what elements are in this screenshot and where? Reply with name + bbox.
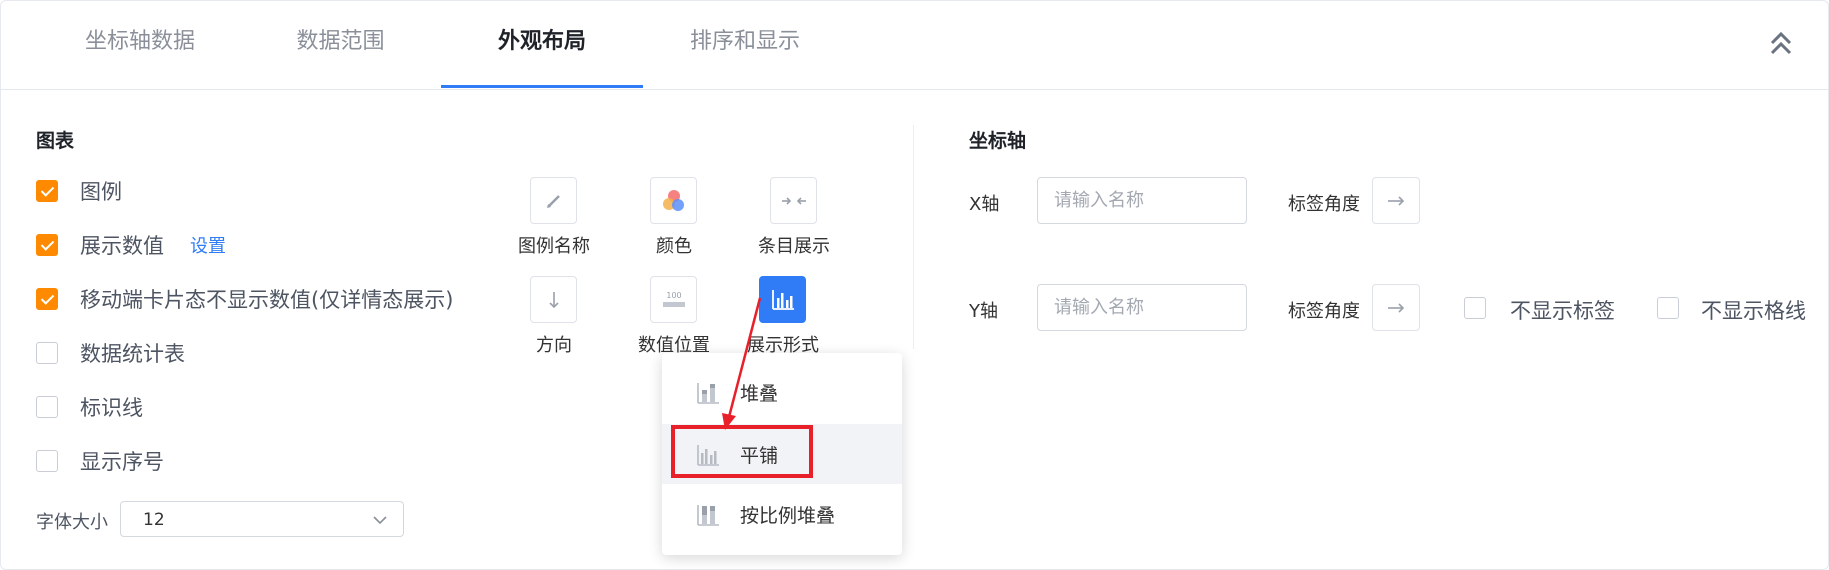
font-size-value: 12	[143, 510, 165, 530]
legend-label: 图例	[80, 180, 122, 204]
x-axis-name-input[interactable]	[1037, 177, 1247, 224]
axis-section-title: 坐标轴	[969, 130, 1027, 152]
dropdown-item-percent-stacked-label: 按比例堆叠	[740, 505, 836, 527]
color-palette-icon	[662, 189, 684, 211]
tab-data-range[interactable]: 数据范围	[263, 0, 418, 89]
x-axis-angle-label: 标签角度	[1288, 194, 1360, 215]
annotation-highlight-box	[671, 425, 813, 478]
marker-line-label: 标识线	[80, 396, 143, 420]
y-axis-label: Y轴	[969, 301, 998, 322]
y-axis-name-input[interactable]	[1037, 284, 1247, 331]
dropdown-item-percent-stacked[interactable]: 按比例堆叠	[662, 484, 902, 544]
svg-text:100: 100	[666, 291, 681, 300]
y-axis-angle-label: 标签角度	[1288, 301, 1360, 322]
color-label: 颜色	[656, 236, 692, 257]
y-axis-angle-button[interactable]	[1372, 284, 1420, 331]
data-stats-table-label: 数据统计表	[80, 342, 185, 366]
show-values-settings-link[interactable]: 设置	[190, 232, 226, 258]
section-divider	[913, 125, 914, 349]
tab-axis-data[interactable]: 坐标轴数据	[60, 0, 220, 89]
font-size-select[interactable]: 12	[120, 501, 404, 537]
marker-line-option[interactable]: 标识线	[36, 395, 143, 420]
mobile-hide-values-option[interactable]: 移动端卡片态不显示数值(仅详情态展示)	[36, 287, 454, 312]
legend-option[interactable]: 图例	[36, 179, 122, 204]
arrow-right-icon	[1388, 195, 1405, 206]
dropdown-item-stacked-label: 堆叠	[740, 383, 779, 405]
item-display-button[interactable]	[770, 177, 817, 224]
data-stats-table-checkbox[interactable]	[36, 342, 58, 364]
arrow-right-icon	[1388, 302, 1405, 313]
color-button[interactable]	[650, 177, 697, 224]
show-values-label: 展示数值	[80, 234, 164, 258]
hide-labels-checkbox[interactable]	[1464, 297, 1486, 319]
value-position-button[interactable]: 100	[650, 276, 697, 323]
chevron-down-icon	[373, 516, 387, 525]
show-index-label: 显示序号	[80, 450, 164, 474]
marker-line-checkbox[interactable]	[36, 396, 58, 418]
arrow-down-icon	[548, 291, 559, 308]
pencil-icon	[546, 194, 560, 208]
display-form-button[interactable]	[759, 276, 806, 323]
tab-appearance-layout[interactable]: 外观布局	[441, 0, 643, 89]
dropdown-item-stacked[interactable]: 堆叠	[662, 362, 902, 422]
hide-gridlines-checkbox[interactable]	[1657, 297, 1679, 319]
hide-labels-label: 不显示标签	[1510, 299, 1615, 323]
settings-tabbar: 坐标轴数据 数据范围 外观布局 排序和显示	[0, 0, 1829, 90]
direction-label: 方向	[536, 335, 572, 356]
mobile-hide-values-label: 移动端卡片态不显示数值(仅详情态展示)	[80, 288, 454, 312]
percent-stacked-bar-icon	[697, 505, 719, 526]
stacked-bar-icon	[697, 383, 719, 404]
data-stats-table-option[interactable]: 数据统计表	[36, 341, 185, 366]
x-axis-angle-button[interactable]	[1372, 177, 1420, 224]
collapse-icon[interactable]	[1766, 28, 1796, 58]
x-axis-label: X轴	[969, 194, 1000, 215]
direction-button[interactable]	[530, 276, 577, 323]
mobile-hide-values-checkbox[interactable]	[36, 288, 58, 310]
show-index-option[interactable]: 显示序号	[36, 449, 164, 474]
show-index-checkbox[interactable]	[36, 450, 58, 472]
show-values-checkbox[interactable]	[36, 234, 58, 256]
legend-name-label: 图例名称	[518, 236, 590, 257]
bar-chart-icon	[771, 289, 794, 310]
collapse-arrows-icon	[781, 196, 806, 205]
font-size-label: 字体大小	[36, 512, 108, 533]
value-position-icon: 100	[662, 291, 685, 307]
active-tab-indicator	[441, 85, 643, 88]
chart-section-title: 图表	[36, 130, 75, 152]
legend-checkbox[interactable]	[36, 180, 58, 202]
hide-gridlines-label: 不显示格线	[1701, 299, 1806, 323]
tab-sort-display[interactable]: 排序和显示	[665, 0, 825, 89]
legend-name-button[interactable]	[530, 177, 577, 224]
show-values-option[interactable]: 展示数值 设置	[36, 232, 226, 258]
item-display-label: 条目展示	[758, 236, 830, 257]
